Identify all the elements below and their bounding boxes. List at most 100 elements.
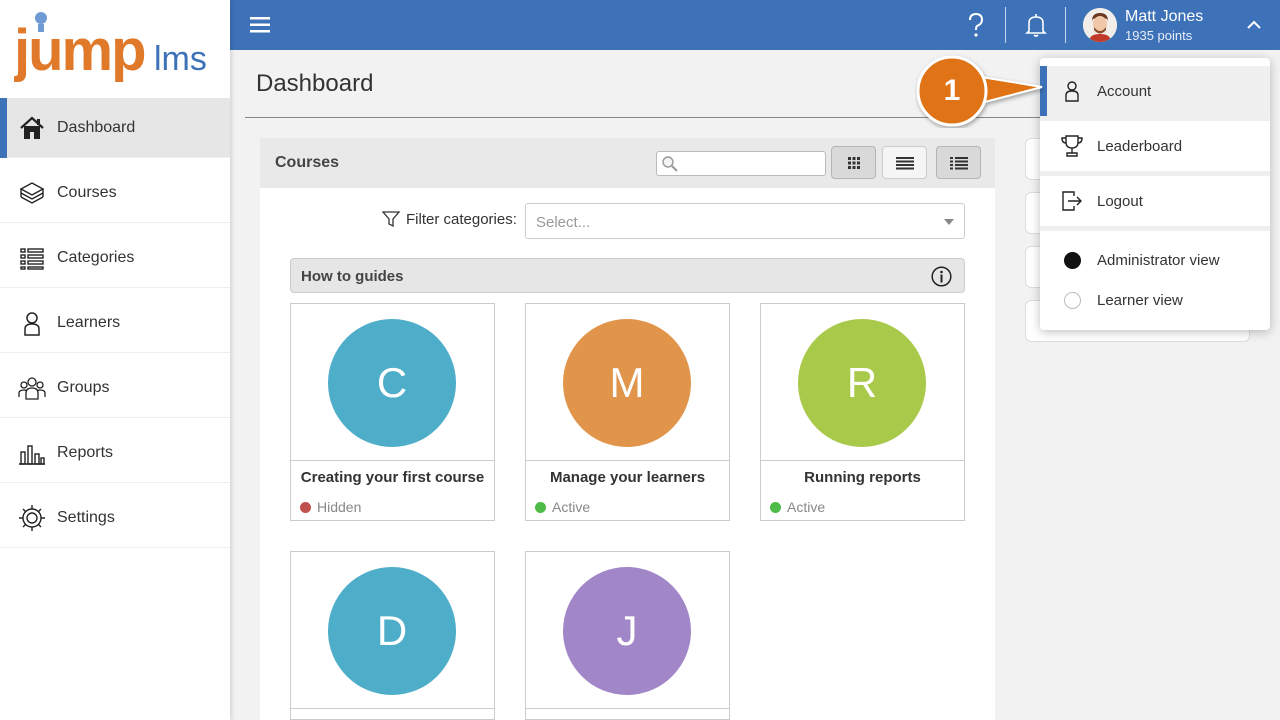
course-card[interactable]: M Manage your learners Active [525,303,730,521]
course-status: Active [535,499,590,515]
sidebar-item-learners[interactable]: Learners [0,293,230,353]
notifications-bell-icon[interactable] [1023,12,1049,38]
list-icon [18,244,46,272]
course-avatar: C [328,319,456,447]
course-card-image: J [526,552,729,709]
sidebar-item-label: Learners [57,313,121,331]
course-avatar: R [798,319,926,447]
sidebar-item-categories[interactable]: Categories [0,228,230,288]
filter-label-text: Filter categories: [406,210,517,228]
sidebar-item-settings[interactable]: Settings [0,488,230,548]
divider [1005,7,1006,43]
course-avatar: D [328,567,456,695]
courses-panel: Courses Filter categories: Select... How… [260,138,995,720]
user-name[interactable]: Matt Jones [1125,8,1203,26]
sidebar-item-label: Settings [57,508,115,526]
course-status-text: Active [787,499,826,515]
sidebar-item-courses[interactable]: Courses [0,163,230,223]
menu-item-label: Leaderboard [1097,137,1183,155]
view-option-learner[interactable]: Learner view [1040,276,1270,324]
info-icon[interactable] [931,266,952,287]
person-icon [18,309,46,337]
sidebar-item-label: Courses [57,183,117,201]
detail-list-view-button[interactable] [936,146,981,179]
user-points: 1935 points [1125,28,1193,43]
sidebar-item-label: Categories [57,248,135,266]
course-avatar: M [563,319,691,447]
courses-panel-title: Courses [275,154,340,171]
menu-item-account[interactable]: Account [1040,66,1270,116]
category-header: How to guides [290,258,965,293]
menu-item-leaderboard[interactable]: Leaderboard [1040,121,1270,171]
person-icon [1060,79,1084,103]
course-card[interactable]: C Creating your first course Hidden [290,303,495,521]
radio-unselected[interactable] [1064,291,1081,309]
help-icon[interactable] [961,10,991,40]
category-select-placeholder: Select... [536,214,591,231]
logout-icon [1060,189,1084,213]
radio-selected[interactable] [1064,251,1081,269]
category-select[interactable]: Select... [525,203,965,239]
course-card[interactable]: J [525,551,730,720]
trophy-icon [1060,134,1084,158]
status-dot [300,501,311,513]
course-title: Manage your learners [549,469,706,486]
user-menu-dropdown: Account Leaderboard Logout Administrator… [1040,58,1270,330]
course-search[interactable] [656,151,826,176]
sidebar-item-label: Groups [57,378,110,396]
course-card[interactable]: D [290,551,495,720]
status-dot [535,501,546,513]
sidebar-nav: Dashboard Courses Categories Learners Gr… [0,98,230,553]
avatar[interactable] [1083,8,1117,42]
chevron-up-icon[interactable] [1245,16,1263,34]
top-bar: Matt Jones 1935 points [230,0,1280,50]
search-icon [662,156,678,172]
course-title: Creating your first course [300,469,485,486]
svg-text:jump: jump [14,18,145,83]
course-status-text: Hidden [317,499,362,515]
menu-item-label: Account [1097,82,1152,100]
course-card-image: C [291,304,494,461]
course-status: Active [770,499,825,515]
hamburger-menu-icon[interactable] [250,15,270,35]
home-icon [18,114,46,142]
courses-panel-header: Courses [260,138,995,188]
bar-chart-icon [18,439,46,467]
course-title: Running reports [804,469,921,486]
course-avatar: J [563,567,691,695]
grid-view-button[interactable] [831,146,876,179]
filter-categories-label: Filter categories: [382,210,517,228]
view-option-label: Learner view [1097,291,1183,309]
detail-list-icon [949,156,968,169]
menu-item-label: Logout [1097,192,1143,210]
grid-icon [847,156,860,169]
search-input[interactable] [681,154,821,173]
course-card-image: M [526,304,729,461]
books-icon [18,179,46,207]
sidebar-item-label: Dashboard [57,118,136,136]
caret-down-icon [944,219,954,225]
page-title: Dashboard [256,70,374,97]
sidebar-item-label: Reports [57,443,114,461]
menu-item-logout[interactable]: Logout [1040,176,1270,226]
course-card[interactable]: R Running reports Active [760,303,965,521]
sidebar-item-reports[interactable]: Reports [0,423,230,483]
rows-icon [895,156,914,169]
course-card-image: D [291,552,494,709]
sidebar: jump lms Dashboard Courses Categories Le… [0,0,230,720]
course-status-text: Active [552,499,591,515]
list-view-button[interactable] [882,146,927,179]
svg-text:lms: lms [154,40,207,78]
callout-number: 1 [943,74,961,107]
course-card-image: R [761,304,964,461]
filter-icon [382,211,400,228]
sidebar-item-groups[interactable]: Groups [0,358,230,418]
gear-icon [18,504,46,532]
menu-divider [1040,226,1270,231]
sidebar-item-dashboard[interactable]: Dashboard [0,98,230,158]
group-icon [18,374,46,402]
course-status: Hidden [300,499,361,515]
category-title: How to guides [301,268,404,285]
status-dot [770,501,781,513]
jumplms-logo[interactable]: jump lms [14,8,224,92]
